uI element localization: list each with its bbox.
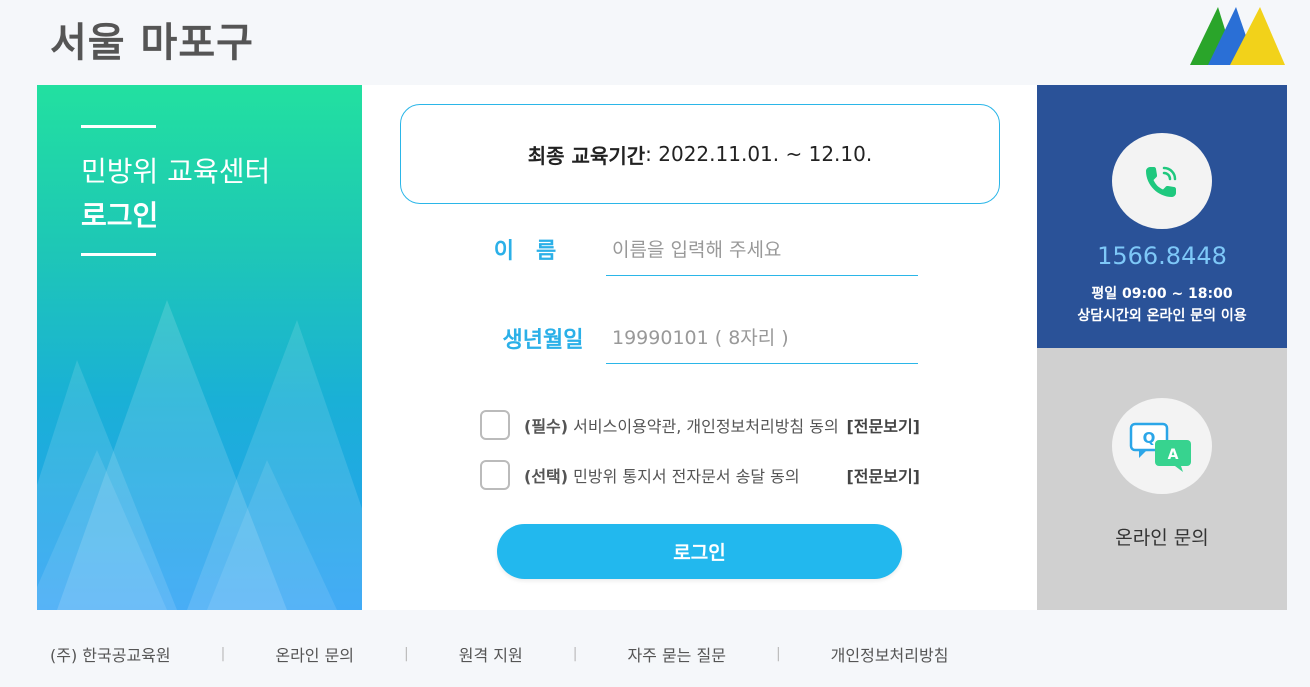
qa-icon-circle: Q A <box>1112 398 1212 494</box>
optional-agreement-checkbox[interactable] <box>480 460 510 490</box>
footer-remote-support[interactable]: 원격 지원 <box>459 642 523 666</box>
phone-hours: 평일 09:00 ~ 18:00 상담시간외 온라인 문의 이용 <box>1037 283 1287 327</box>
optional-agreement-row: (선택) 민방위 통지서 전자문서 송달 동의 [전문보기] <box>480 459 920 491</box>
footer-privacy-policy[interactable]: 개인정보처리방침 <box>831 642 949 666</box>
required-agreement-row: (필수) 서비스이용약관, 개인정보처리방침 동의 [전문보기] <box>480 409 920 441</box>
period-label: 최종 교육기간 <box>527 143 646 168</box>
login-button[interactable]: 로그인 <box>497 524 902 579</box>
footer-separator: | <box>220 646 226 662</box>
footer-faq[interactable]: 자주 묻는 질문 <box>627 642 726 666</box>
phone-icon-circle <box>1112 133 1212 229</box>
required-agreement-label: 서비스이용약관, 개인정보처리방침 동의 <box>568 417 839 436</box>
site-title: 서울 마포구 <box>50 20 254 66</box>
name-input[interactable] <box>606 224 918 276</box>
footer-separator: | <box>572 646 578 662</box>
online-inquiry-panel[interactable]: Q A 온라인 문의 <box>1037 348 1287 610</box>
phone-hours-text: 평일 09:00 ~ 18:00 <box>1091 286 1233 302</box>
qa-chat-icon: Q A <box>1129 422 1191 472</box>
intro-panel: 민방위 교육센터 로그인 <box>37 85 362 610</box>
intro-title: 민방위 교육센터 로그인 <box>81 150 270 238</box>
footer-online-inquiry[interactable]: 온라인 문의 <box>275 642 354 666</box>
mountain-decoration <box>37 300 362 610</box>
phone-contact-panel: 1566.8448 평일 09:00 ~ 18:00 상담시간외 온라인 문의 … <box>1037 85 1287 348</box>
online-inquiry-label: 온라인 문의 <box>1115 527 1209 549</box>
logo-icon <box>1190 7 1285 65</box>
footer-separator: | <box>404 646 409 662</box>
svg-text:Q: Q <box>1143 429 1156 447</box>
optional-tag: (선택) <box>524 467 569 486</box>
required-agreement-checkbox[interactable] <box>480 410 510 440</box>
name-label: 이 름 <box>493 239 557 264</box>
phone-number: 1566.8448 <box>1097 242 1227 270</box>
footer-company[interactable]: (주) 한국공교육원 <box>50 642 171 666</box>
footer-separator: | <box>775 646 781 662</box>
optional-agreement-label: 민방위 통지서 전자문서 송달 동의 <box>568 467 800 486</box>
required-terms-link[interactable]: [전문보기] <box>846 413 920 437</box>
divider <box>81 253 156 256</box>
optional-terms-link[interactable]: [전문보기] <box>846 463 920 487</box>
phone-hours-note: 상담시간외 온라인 문의 이용 <box>1077 308 1247 324</box>
footer-links: (주) 한국공교육원 | 온라인 문의 | 원격 지원 | 자주 묻는 질문 |… <box>50 642 948 666</box>
optional-agreement-text: (선택) 민방위 통지서 전자문서 송달 동의 <box>524 463 846 487</box>
education-period-box: 최종 교육기간 : 2022.11.01. ~ 12.10. <box>400 104 1000 204</box>
period-value: : 2022.11.01. ~ 12.10. <box>645 142 873 166</box>
login-form-panel: 최종 교육기간 : 2022.11.01. ~ 12.10. 이 름 생년월일 … <box>362 85 1037 610</box>
phone-icon <box>1146 166 1177 197</box>
intro-subtitle: 로그인 <box>81 199 159 232</box>
required-agreement-text: (필수) 서비스이용약관, 개인정보처리방침 동의 <box>524 413 846 437</box>
intro-title-text: 민방위 교육센터 <box>81 155 271 188</box>
birthdate-input[interactable] <box>606 312 918 364</box>
required-tag: (필수) <box>524 417 569 436</box>
birthdate-label: 생년월일 <box>502 328 584 353</box>
divider <box>81 125 156 128</box>
svg-text:A: A <box>1168 447 1179 463</box>
